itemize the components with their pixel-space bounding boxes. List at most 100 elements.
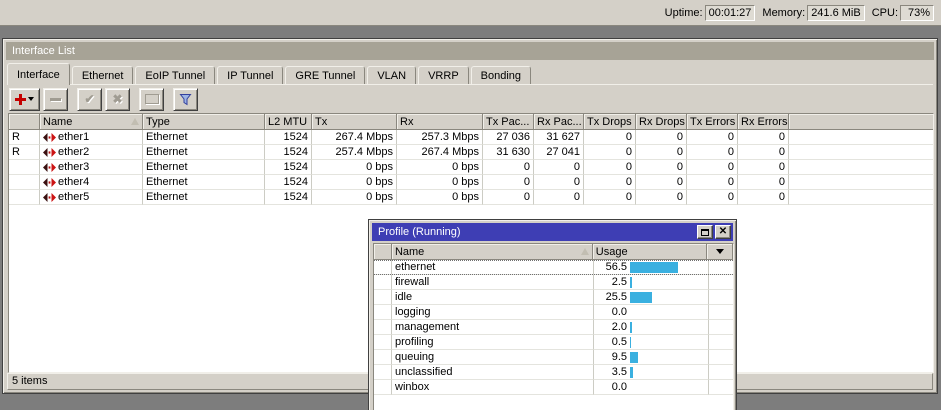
column-header-l2-mtu[interactable]: L2 MTU (265, 114, 312, 130)
interface-row-ether3[interactable]: ether3Ethernet15240 bps0 bps000000 (9, 160, 933, 175)
usage-value: 0.0 (597, 306, 627, 318)
cell-rx_packet: 0 (534, 175, 584, 190)
cell-type: Ethernet (143, 190, 265, 205)
cell-usage: 2.0 (594, 320, 709, 335)
profile-row-unclassified[interactable]: unclassified3.5 (374, 365, 733, 380)
add-button[interactable] (9, 88, 40, 111)
ethernet-interface-icon (43, 133, 56, 142)
column-header-tx-drops[interactable]: Tx Drops (584, 114, 636, 130)
column-header-flag[interactable] (9, 114, 40, 130)
profile-row-firewall[interactable]: firewall2.5 (374, 275, 733, 290)
maximize-button[interactable] (697, 225, 713, 239)
profile-row-ethernet[interactable]: ethernet56.5 (374, 260, 733, 275)
remove-button[interactable] (43, 88, 68, 111)
cell-tx_errors: 0 (687, 130, 738, 145)
cell-name: ether2 (40, 145, 143, 160)
filter-button[interactable] (173, 88, 198, 111)
profile-row-management[interactable]: management2.0 (374, 320, 733, 335)
profile-title: Profile (Running) (378, 226, 695, 238)
cell-tx_packet: 0 (483, 160, 534, 175)
tab-ethernet[interactable]: Ethernet (72, 66, 134, 85)
column-header-rx[interactable]: Rx (397, 114, 483, 130)
cell-rx_packet: 31 627 (534, 130, 584, 145)
column-dropdown-button[interactable] (707, 244, 733, 260)
cell-usage: 9.5 (594, 350, 709, 365)
column-label: Tx Pac... (486, 116, 529, 128)
interface-row-ether1[interactable]: Rether1Ethernet1524267.4 Mbps257.3 Mbps2… (9, 130, 933, 145)
usage-bar (630, 277, 632, 288)
cell-rx_errors: 0 (738, 190, 789, 205)
cell-tx_errors: 0 (687, 175, 738, 190)
profile-row-winbox[interactable]: winbox0.0 (374, 380, 733, 395)
cell-filler (789, 175, 933, 190)
column-header-tx-errors[interactable]: Tx Errors (687, 114, 738, 130)
cell-tx_packet: 0 (483, 175, 534, 190)
profile-titlebar[interactable]: Profile (Running) ✕ (372, 223, 733, 241)
tab-vlan[interactable]: VLAN (367, 66, 416, 85)
comment-icon (145, 94, 159, 104)
column-label: Name (43, 116, 72, 128)
cell-name: management (392, 320, 594, 335)
column-label: Tx Errors (690, 116, 735, 128)
tab-vrrp[interactable]: VRRP (418, 66, 469, 85)
cell-rx_errors: 0 (738, 145, 789, 160)
profile-row-profiling[interactable]: profiling0.5 (374, 335, 733, 350)
cell-flag (374, 335, 392, 350)
interface-list-titlebar[interactable]: Interface List (6, 42, 934, 60)
tab-eoip-tunnel[interactable]: EoIP Tunnel (135, 66, 215, 85)
cell-type: Ethernet (143, 130, 265, 145)
interface-list-toolbar: ✔✖ (9, 87, 201, 111)
column-header-rx-drops[interactable]: Rx Drops (636, 114, 687, 130)
interface-row-ether4[interactable]: ether4Ethernet15240 bps0 bps000000 (9, 175, 933, 190)
cell-filler (709, 365, 733, 380)
column-label: Name (395, 246, 424, 258)
tab-interface[interactable]: Interface (7, 63, 70, 85)
table-header-row: Name TypeL2 MTUTxRxTx Pac... Rx Pac...Tx D… (9, 114, 933, 130)
cell-filler (709, 305, 733, 320)
column-header-name[interactable]: Name (392, 244, 593, 260)
interface-row-ether2[interactable]: Rether2Ethernet1524257.4 Mbps267.4 Mbps3… (9, 145, 933, 160)
sort-ascending-icon (131, 118, 139, 125)
column-header-name[interactable]: Name (40, 114, 143, 130)
close-button[interactable]: ✕ (715, 225, 731, 239)
cell-tx_drops: 0 (584, 160, 636, 175)
ethernet-interface-icon (43, 148, 56, 157)
profile-row-idle[interactable]: idle25.5 (374, 290, 733, 305)
cell-filler (789, 130, 933, 145)
tab-bonding[interactable]: Bonding (471, 66, 531, 85)
usage-value: 0.5 (597, 336, 627, 348)
tab-gre-tunnel[interactable]: GRE Tunnel (285, 66, 365, 85)
memory-field: Memory: 241.6 MiB (762, 5, 864, 21)
column-header-type[interactable]: Type (143, 114, 265, 130)
cell-rx_packet: 0 (534, 190, 584, 205)
cell-flag (374, 350, 392, 365)
cell-tx_errors: 0 (687, 160, 738, 175)
cell-name: idle (392, 290, 594, 305)
cpu-field: CPU: 73% (872, 5, 934, 21)
disable-button[interactable]: ✖ (105, 88, 130, 111)
interface-row-ether5[interactable]: ether5Ethernet15240 bps0 bps000000 (9, 190, 933, 205)
cell-rx_drops: 0 (636, 145, 687, 160)
usage-bar (630, 292, 652, 303)
cell-flag (374, 305, 392, 320)
column-header-rx-errors[interactable]: Rx Errors (738, 114, 789, 130)
enable-button[interactable]: ✔ (77, 88, 102, 111)
column-header-tx[interactable]: Tx (312, 114, 397, 130)
comment-button[interactable] (139, 88, 164, 111)
column-header-tx-pac[interactable]: Tx Pac... (483, 114, 534, 130)
ethernet-interface-icon (43, 163, 56, 172)
column-header-rx-pac[interactable]: Rx Pac... (534, 114, 584, 130)
cell-rx_packet: 27 041 (534, 145, 584, 160)
column-header-flag[interactable] (374, 244, 392, 260)
cell-rx_drops: 0 (636, 130, 687, 145)
profile-row-queuing[interactable]: queuing9.5 (374, 350, 733, 365)
column-header-usage[interactable]: Usage (593, 244, 707, 260)
cell-filler (709, 380, 733, 395)
tab-ip-tunnel[interactable]: IP Tunnel (217, 66, 283, 85)
profile-row-logging[interactable]: logging0.0 (374, 305, 733, 320)
cell-l2_mtu: 1524 (265, 190, 312, 205)
maximize-icon (701, 229, 709, 236)
table-header-row: Name Usage (374, 244, 733, 260)
cell-filler (709, 320, 733, 335)
cell-rx_drops: 0 (636, 175, 687, 190)
